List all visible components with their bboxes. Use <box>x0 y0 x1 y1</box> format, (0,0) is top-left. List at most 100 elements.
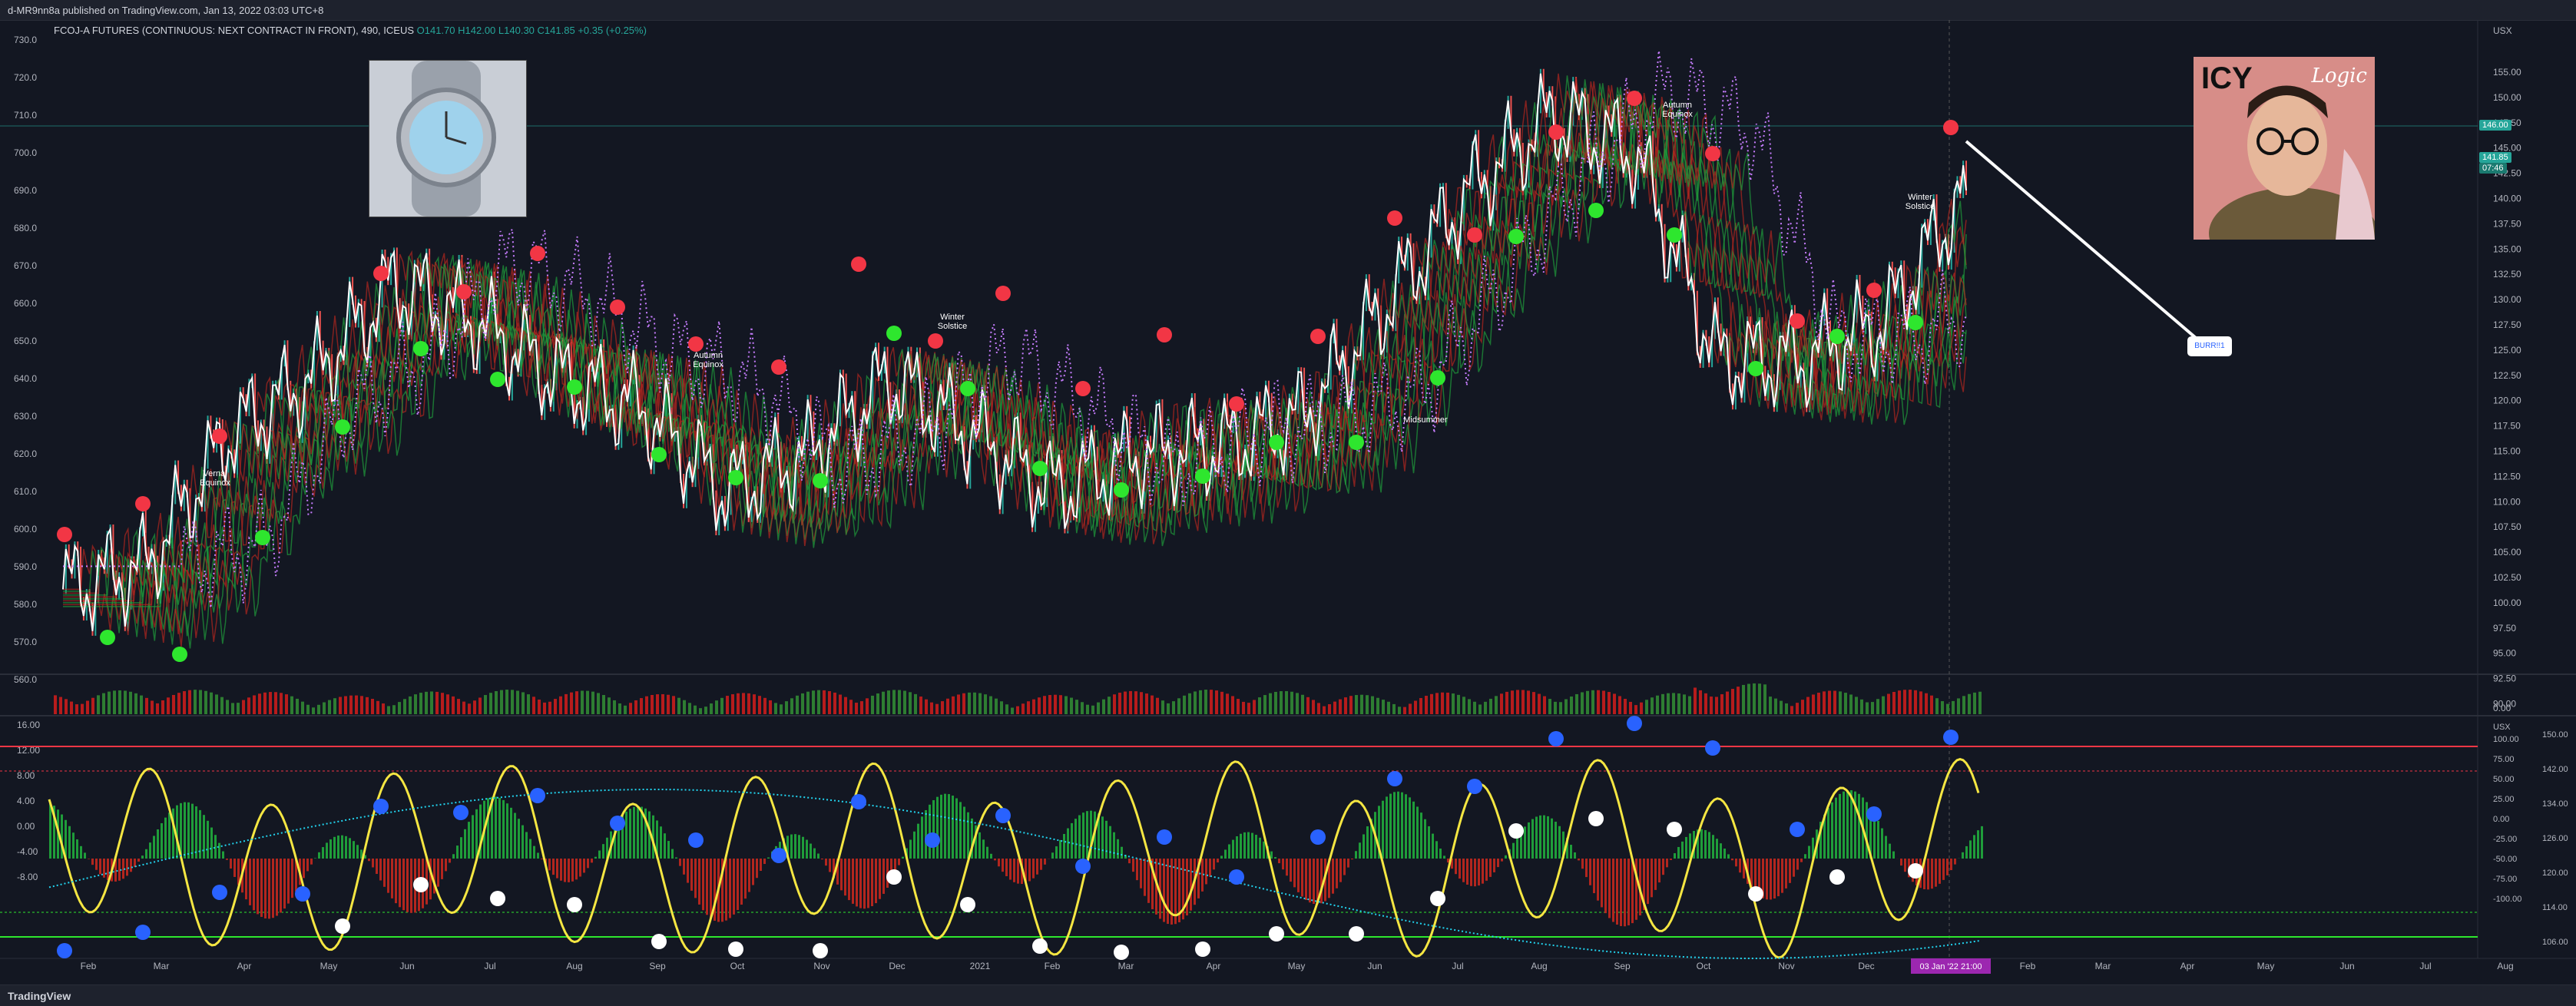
volume-bar <box>898 690 901 714</box>
sell-signal-dot <box>135 496 151 511</box>
volume-bar <box>1505 692 1508 714</box>
osc-hist-bar <box>1593 859 1595 893</box>
osc-hist-bar <box>763 859 766 864</box>
volume-bar <box>134 693 137 714</box>
osc-hist-bar <box>1320 859 1323 903</box>
osc-hist-bar <box>1543 816 1545 859</box>
watch-picture <box>369 61 526 217</box>
volume-bar <box>1081 702 1084 714</box>
volume-bar <box>677 698 680 714</box>
volume-bar <box>371 699 374 714</box>
volume-bar <box>930 703 933 714</box>
osc-hist-bar <box>1286 859 1288 875</box>
osc-hist-bar <box>1942 859 1945 880</box>
callout-label[interactable]: BURR!!1 <box>2187 336 2232 356</box>
osc-hist-bar <box>1800 859 1803 862</box>
osc-hist-bar <box>1950 859 1952 870</box>
sell-signal-dot <box>1627 91 1642 106</box>
left-axis-tick: 590.0 <box>14 561 37 572</box>
osc-hist-bar <box>921 816 923 859</box>
osc-hist-bar <box>568 859 570 882</box>
volume-bar <box>409 697 412 714</box>
osc-hist-bar <box>153 836 155 859</box>
volume-bar <box>1097 703 1100 714</box>
volume-bar <box>1591 690 1594 714</box>
osc-right-outer-tick: 106.00 <box>2542 938 2568 947</box>
osc-hist-bar <box>1585 859 1588 877</box>
annotation-winter2-line1: Winter <box>1908 193 1932 202</box>
sell-signal-dot <box>57 527 72 542</box>
osc-hist-bar <box>575 859 578 879</box>
volume-bar <box>1043 696 1046 714</box>
osc-hist-bar <box>1002 859 1004 872</box>
osc-hist-bar <box>322 847 324 859</box>
right-axis-tick: 127.50 <box>2493 319 2521 330</box>
osc-hist-bar <box>1382 801 1384 859</box>
price-line <box>63 74 1966 631</box>
volume-bar <box>1742 685 1745 714</box>
volume-bar <box>1914 690 1917 714</box>
volume-bar <box>1290 692 1293 714</box>
osc-hist-bar <box>802 837 804 859</box>
volume-bar <box>586 691 589 714</box>
osc-hist-bar <box>660 826 662 859</box>
osc-blue-dot <box>610 816 625 831</box>
volume-bar <box>1113 694 1116 714</box>
osc-hist-bar <box>349 838 351 859</box>
osc-hist-bar <box>1935 859 1937 887</box>
osc-hist-bar <box>1412 802 1415 859</box>
volume-bar <box>312 707 315 714</box>
osc-hist-bar <box>1013 859 1015 882</box>
volume-bar <box>887 690 890 714</box>
osc-hist-bar <box>1228 844 1230 859</box>
osc-hist-bar <box>1558 826 1561 859</box>
osc-hist-bar <box>698 859 700 905</box>
osc-hist-bar <box>214 835 217 859</box>
osc-hist-bar <box>817 854 819 859</box>
volume-bar <box>263 693 267 714</box>
osc-hist-bar <box>990 854 992 859</box>
osc-right-outer-tick: 114.00 <box>2542 903 2568 912</box>
volume-bar <box>91 698 94 714</box>
volume-bar <box>1317 703 1320 714</box>
volume-bar <box>849 700 853 714</box>
osc-hist-bar <box>671 849 674 859</box>
volume-bar <box>742 693 745 714</box>
volume-bar <box>812 690 815 714</box>
volume-bar <box>124 690 127 714</box>
osc-white-dot <box>728 941 743 957</box>
right-axis-tick: 135.00 <box>2493 243 2521 254</box>
osc-blue-dot <box>1705 740 1720 756</box>
osc-hist-bar <box>1666 859 1668 867</box>
osc-hist-bar <box>1190 859 1192 911</box>
osc-hist-bar <box>560 859 562 881</box>
volume-bar <box>1269 693 1272 714</box>
osc-hist-bar <box>1059 840 1061 859</box>
volume-bar <box>1543 697 1546 714</box>
osc-hist-bar <box>76 839 78 859</box>
osc-hist-bar <box>464 829 466 859</box>
volume-bar <box>97 695 100 714</box>
osc-hist-bar <box>68 826 71 859</box>
osc-hist-bar <box>840 859 843 890</box>
volume-bar <box>1554 702 1557 714</box>
volume-bar <box>1903 690 1906 714</box>
volume-bar <box>1828 691 1831 714</box>
sell-signal-dot <box>610 299 625 315</box>
osc-hist-bar <box>1770 859 1772 899</box>
osc-blue-dot <box>212 885 227 900</box>
tradingview-logo[interactable]: TradingView <box>8 990 71 1002</box>
volume-bar <box>548 702 551 714</box>
buy-signal-dot <box>567 379 582 395</box>
osc-hist-bar <box>1627 859 1630 925</box>
osc-hist-bar <box>272 859 274 918</box>
osc-hist-bar <box>391 859 393 898</box>
osc-hist-bar <box>257 859 259 914</box>
volume-bar <box>328 700 331 714</box>
time-axis-label: Jun <box>2339 961 2354 971</box>
volume-bar <box>1952 701 1955 714</box>
volume-bar <box>796 696 799 714</box>
sell-signal-dot <box>1310 329 1326 344</box>
volume-bar <box>575 691 578 714</box>
buy-signal-dot <box>1748 361 1763 376</box>
